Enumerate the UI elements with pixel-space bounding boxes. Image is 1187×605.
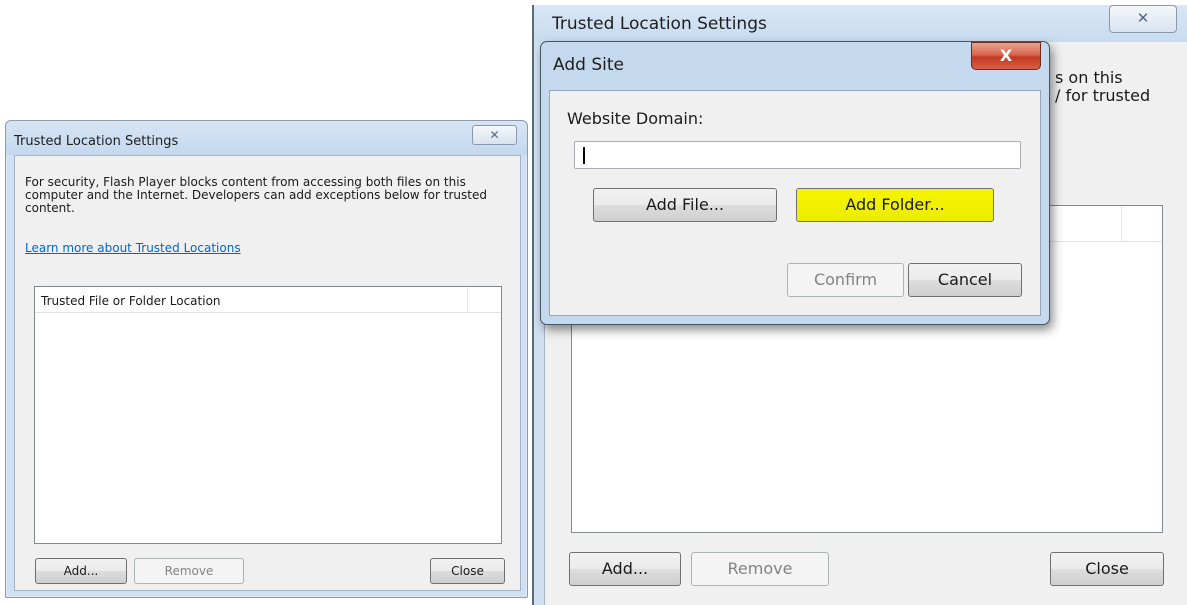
add-button[interactable]: Add... xyxy=(35,558,127,584)
close-icon: X xyxy=(999,46,1013,65)
close-window-button[interactable]: ✕ xyxy=(472,125,517,145)
learn-more-link[interactable]: Learn more about Trusted Locations xyxy=(25,241,241,255)
trusted-location-settings-dialog-small: Trusted Location Settings ✕ For security… xyxy=(5,120,528,598)
text-cursor xyxy=(583,147,585,164)
close-button[interactable]: Close xyxy=(430,558,505,584)
security-description-partial: s on this / for trusted xyxy=(1055,68,1151,105)
confirm-button[interactable]: Confirm xyxy=(787,263,904,297)
close-button[interactable]: Close xyxy=(1050,552,1164,586)
dialog-body: For security, Flash Player blocks conten… xyxy=(14,155,521,591)
trusted-locations-list[interactable]: Trusted File or Folder Location xyxy=(34,286,502,544)
website-domain-input[interactable] xyxy=(574,141,1021,169)
close-icon: ✕ xyxy=(489,128,500,142)
dialog-title: Trusted Location Settings xyxy=(552,14,767,34)
close-window-button[interactable]: X xyxy=(971,42,1041,70)
add-folder-button[interactable]: Add Folder... xyxy=(796,188,994,222)
dialog-body: Website Domain: Add File... Add Folder..… xyxy=(549,90,1041,316)
security-description: For security, Flash Player blocks conten… xyxy=(25,175,487,215)
website-domain-label: Website Domain: xyxy=(567,109,704,128)
cancel-button[interactable]: Cancel xyxy=(908,263,1022,297)
close-icon: ✕ xyxy=(1136,10,1150,27)
remove-button[interactable]: Remove xyxy=(691,552,829,586)
add-file-button[interactable]: Add File... xyxy=(593,188,777,222)
remove-button[interactable]: Remove xyxy=(134,558,244,584)
dialog-title: Add Site xyxy=(553,55,624,75)
title-bar: Trusted Location Settings ✕ xyxy=(6,121,527,155)
list-header: Trusted File or Folder Location xyxy=(35,287,501,313)
column-header-location[interactable]: Trusted File or Folder Location xyxy=(41,294,221,308)
column-divider xyxy=(467,287,468,313)
add-button[interactable]: Add... xyxy=(569,552,681,586)
title-bar: Trusted Location Settings ✕ xyxy=(534,5,1187,42)
close-window-button[interactable]: ✕ xyxy=(1109,5,1177,33)
dialog-title: Trusted Location Settings xyxy=(14,134,179,149)
add-site-dialog: Add Site X Website Domain: Add File... A… xyxy=(540,41,1050,325)
column-divider xyxy=(1121,206,1122,242)
